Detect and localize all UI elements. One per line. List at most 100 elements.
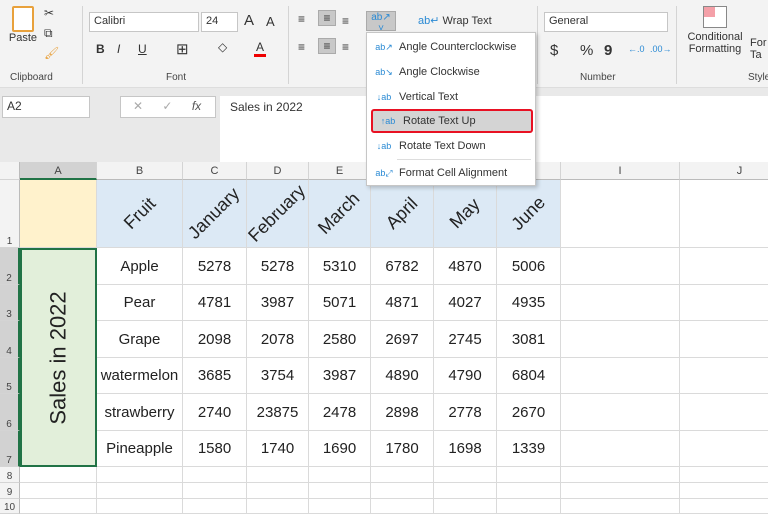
empty-cell[interactable] [680, 358, 768, 394]
header-cell[interactable]: March [309, 180, 371, 248]
data-cell[interactable]: 5006 [497, 248, 561, 285]
menu-item-angle-counterclockwise[interactable]: ab↗ Angle Counterclockwise [369, 35, 533, 59]
empty-cell[interactable] [680, 467, 768, 483]
data-cell[interactable]: Grape [97, 321, 183, 358]
empty-cell[interactable] [561, 285, 680, 321]
merged-cell-a2-a7[interactable]: Sales in 2022 [20, 248, 97, 467]
currency-button[interactable]: $ [550, 42, 558, 59]
empty-cell[interactable] [183, 483, 247, 499]
empty-cell[interactable] [247, 499, 309, 514]
name-box[interactable]: A2 [2, 96, 90, 118]
underline-button[interactable]: U [138, 42, 147, 56]
bold-button[interactable]: B [96, 42, 105, 56]
data-cell[interactable]: 4870 [434, 248, 497, 285]
format-painter-icon[interactable]: 🖌 [44, 46, 59, 60]
data-cell[interactable]: 4890 [371, 358, 434, 394]
data-cell[interactable]: 4871 [371, 285, 434, 321]
empty-cell[interactable] [680, 248, 768, 285]
empty-cell[interactable] [561, 467, 680, 483]
header-cell[interactable]: February [245, 180, 310, 248]
insert-function-icon[interactable]: fx [192, 99, 201, 113]
align-top-icon[interactable]: ≡ [298, 12, 305, 26]
data-cell[interactable]: 1698 [434, 431, 497, 467]
fill-color-icon[interactable]: ◇ [218, 40, 227, 54]
grow-font-button[interactable]: A [244, 12, 254, 29]
empty-cell[interactable] [371, 483, 434, 499]
empty-cell[interactable] [680, 431, 768, 467]
data-cell[interactable]: 5278 [247, 248, 309, 285]
empty-cell[interactable] [561, 499, 680, 514]
empty-cell[interactable] [680, 180, 768, 248]
data-cell[interactable]: strawberry [97, 394, 183, 431]
data-cell[interactable]: 2078 [247, 321, 309, 358]
cut-icon[interactable]: ✂ [44, 6, 54, 20]
data-cell[interactable]: 2778 [434, 394, 497, 431]
empty-cell[interactable] [680, 321, 768, 358]
percent-button[interactable]: % [580, 42, 593, 59]
data-cell[interactable]: 1740 [247, 431, 309, 467]
empty-cell[interactable] [309, 467, 371, 483]
header-cell[interactable]: January [183, 180, 247, 248]
format-as-table-button[interactable]: For Ta [750, 37, 767, 61]
empty-cell[interactable] [680, 394, 768, 431]
wrap-text-button[interactable]: ab↵ Wrap Text [418, 14, 492, 27]
empty-cell[interactable] [561, 431, 680, 467]
menu-item-rotate-text-up[interactable]: ↑ab Rotate Text Up [371, 109, 533, 133]
data-cell[interactable]: 23875 [247, 394, 309, 431]
empty-cell[interactable] [561, 321, 680, 358]
row-header[interactable]: 10 [0, 499, 20, 514]
row-header[interactable]: 9 [0, 483, 20, 499]
orientation-button[interactable]: ab↗ ˅ [366, 11, 396, 34]
empty-cell[interactable] [561, 358, 680, 394]
data-cell[interactable]: watermelon [97, 358, 183, 394]
align-left-icon[interactable]: ≡ [298, 40, 305, 54]
data-cell[interactable]: 3685 [183, 358, 247, 394]
menu-item-rotate-text-down[interactable]: ↓ab Rotate Text Down [369, 134, 533, 158]
empty-cell[interactable] [20, 467, 97, 483]
data-cell[interactable]: 5278 [183, 248, 247, 285]
decrease-decimal-icon[interactable]: .00→ [650, 44, 672, 54]
align-right-icon[interactable]: ≡ [342, 40, 349, 54]
empty-cell[interactable] [497, 499, 561, 514]
empty-cell[interactable] [561, 248, 680, 285]
data-cell[interactable]: 2697 [371, 321, 434, 358]
data-cell[interactable]: 3987 [247, 285, 309, 321]
copy-icon[interactable]: ⧉ [44, 26, 53, 41]
data-cell[interactable]: 6782 [371, 248, 434, 285]
data-cell[interactable]: 2745 [434, 321, 497, 358]
empty-cell[interactable] [497, 483, 561, 499]
row-header[interactable]: 3 [0, 285, 20, 321]
data-cell[interactable]: 6804 [497, 358, 561, 394]
data-cell[interactable]: 1690 [309, 431, 371, 467]
data-cell[interactable]: 4935 [497, 285, 561, 321]
cell-a1[interactable] [20, 180, 97, 248]
data-cell[interactable]: 3081 [497, 321, 561, 358]
data-cell[interactable]: 2478 [309, 394, 371, 431]
column-header[interactable]: I [561, 162, 680, 180]
data-cell[interactable]: 1580 [183, 431, 247, 467]
empty-cell[interactable] [561, 483, 680, 499]
data-cell[interactable]: 1339 [497, 431, 561, 467]
empty-cell[interactable] [680, 483, 768, 499]
row-header[interactable]: 7 [0, 431, 20, 467]
column-header[interactable]: C [183, 162, 247, 180]
row-header[interactable]: 6 [0, 394, 20, 431]
row-header[interactable]: 8 [0, 467, 20, 483]
conditional-formatting-button[interactable]: Conditional Formatting [686, 6, 744, 55]
data-cell[interactable]: Pear [97, 285, 183, 321]
data-cell[interactable]: 4790 [434, 358, 497, 394]
data-cell[interactable]: 1780 [371, 431, 434, 467]
font-size-select[interactable]: 24 [201, 12, 238, 32]
menu-item-format-cell-alignment[interactable]: ab⤢ Format Cell Alignment [369, 161, 533, 185]
data-cell[interactable]: 3987 [309, 358, 371, 394]
row-header[interactable]: 5 [0, 358, 20, 394]
header-cell[interactable]: Fruit [97, 180, 183, 248]
data-cell[interactable]: 2898 [371, 394, 434, 431]
empty-cell[interactable] [97, 483, 183, 499]
font-color-button[interactable]: A [254, 40, 266, 57]
empty-cell[interactable] [309, 499, 371, 514]
data-cell[interactable]: 4027 [434, 285, 497, 321]
empty-cell[interactable] [561, 180, 680, 248]
align-bottom-icon[interactable]: ≡ [342, 14, 349, 28]
data-cell[interactable]: 5310 [309, 248, 371, 285]
